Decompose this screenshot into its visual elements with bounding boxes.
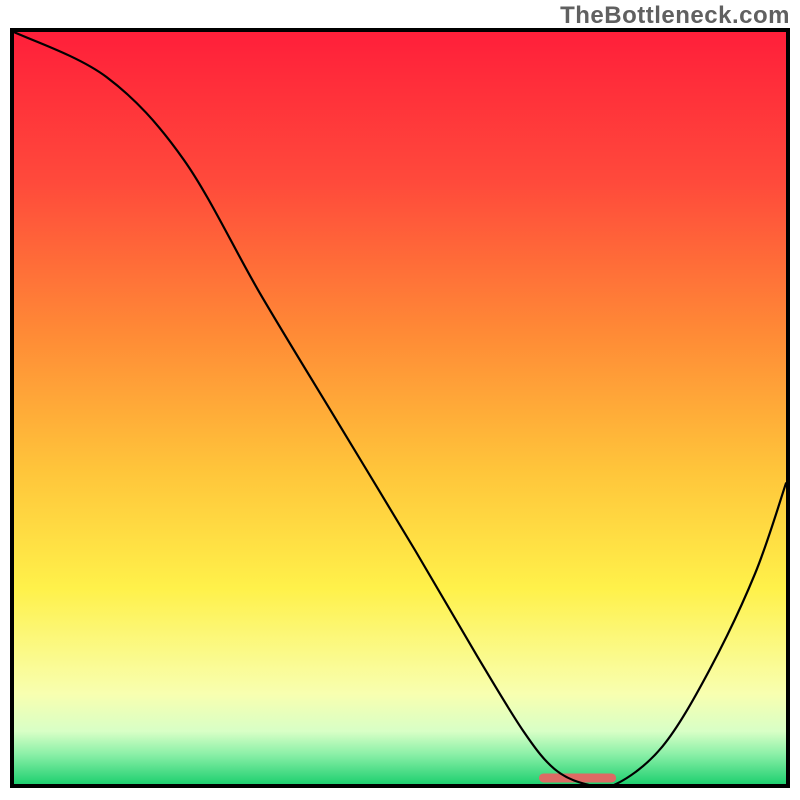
- chart-frame: [10, 28, 790, 788]
- watermark-text: TheBottleneck.com: [560, 2, 790, 30]
- chart-background: [14, 32, 786, 784]
- chart-svg: [14, 32, 786, 784]
